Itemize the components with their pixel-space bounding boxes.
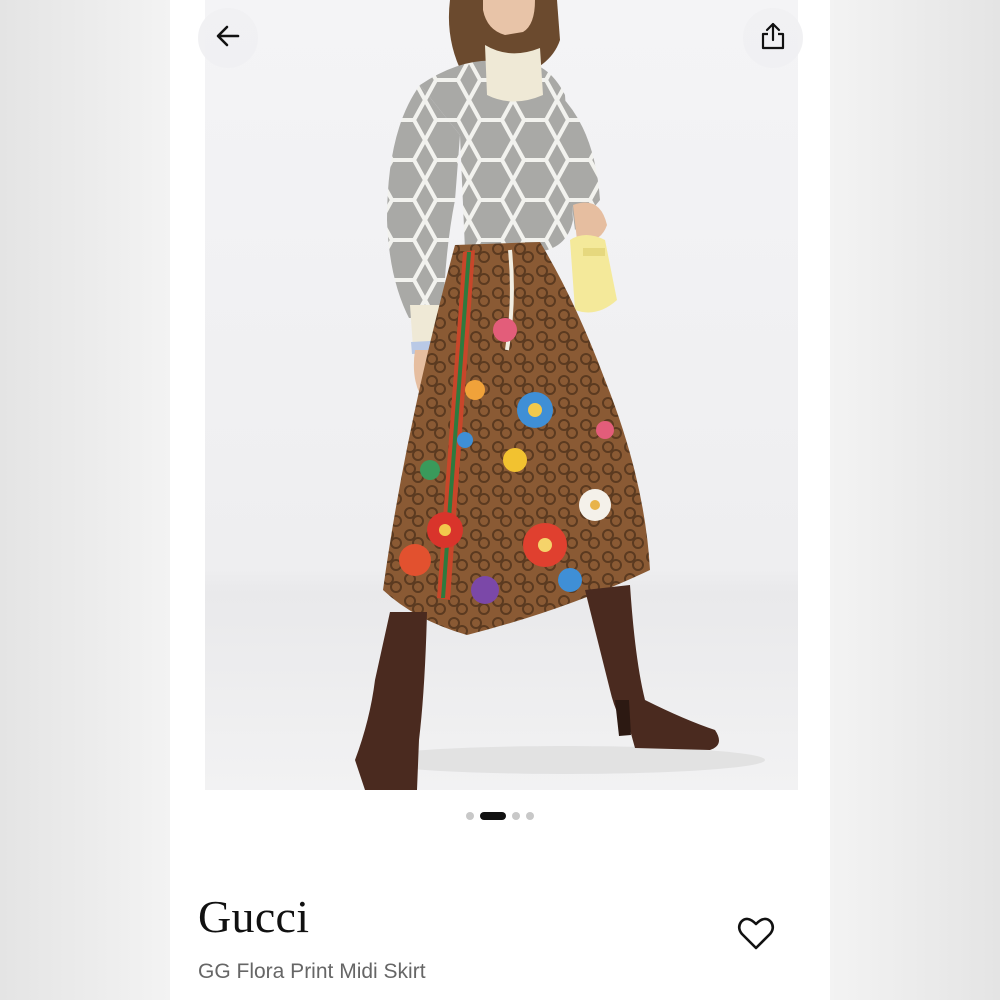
share-icon (758, 21, 788, 56)
brand-name[interactable]: Gucci (198, 890, 309, 943)
product-image[interactable] (205, 0, 798, 790)
gallery-pagination (170, 811, 830, 821)
heart-outline-icon (737, 916, 775, 957)
share-button[interactable] (743, 8, 803, 68)
product-screen: Gucci GG Flora Print Midi Skirt (170, 0, 830, 1000)
product-title: GG Flora Print Midi Skirt (198, 960, 426, 983)
pagination-dot-active[interactable] (480, 812, 506, 820)
pagination-dot[interactable] (512, 812, 520, 820)
right-background (830, 0, 1000, 1000)
favorite-button[interactable] (735, 915, 777, 957)
left-background (0, 0, 170, 1000)
pagination-dot[interactable] (526, 812, 534, 820)
model-illustration (355, 0, 765, 790)
pagination-dot[interactable] (466, 812, 474, 820)
back-button[interactable] (198, 8, 258, 68)
arrow-left-icon (214, 22, 242, 55)
